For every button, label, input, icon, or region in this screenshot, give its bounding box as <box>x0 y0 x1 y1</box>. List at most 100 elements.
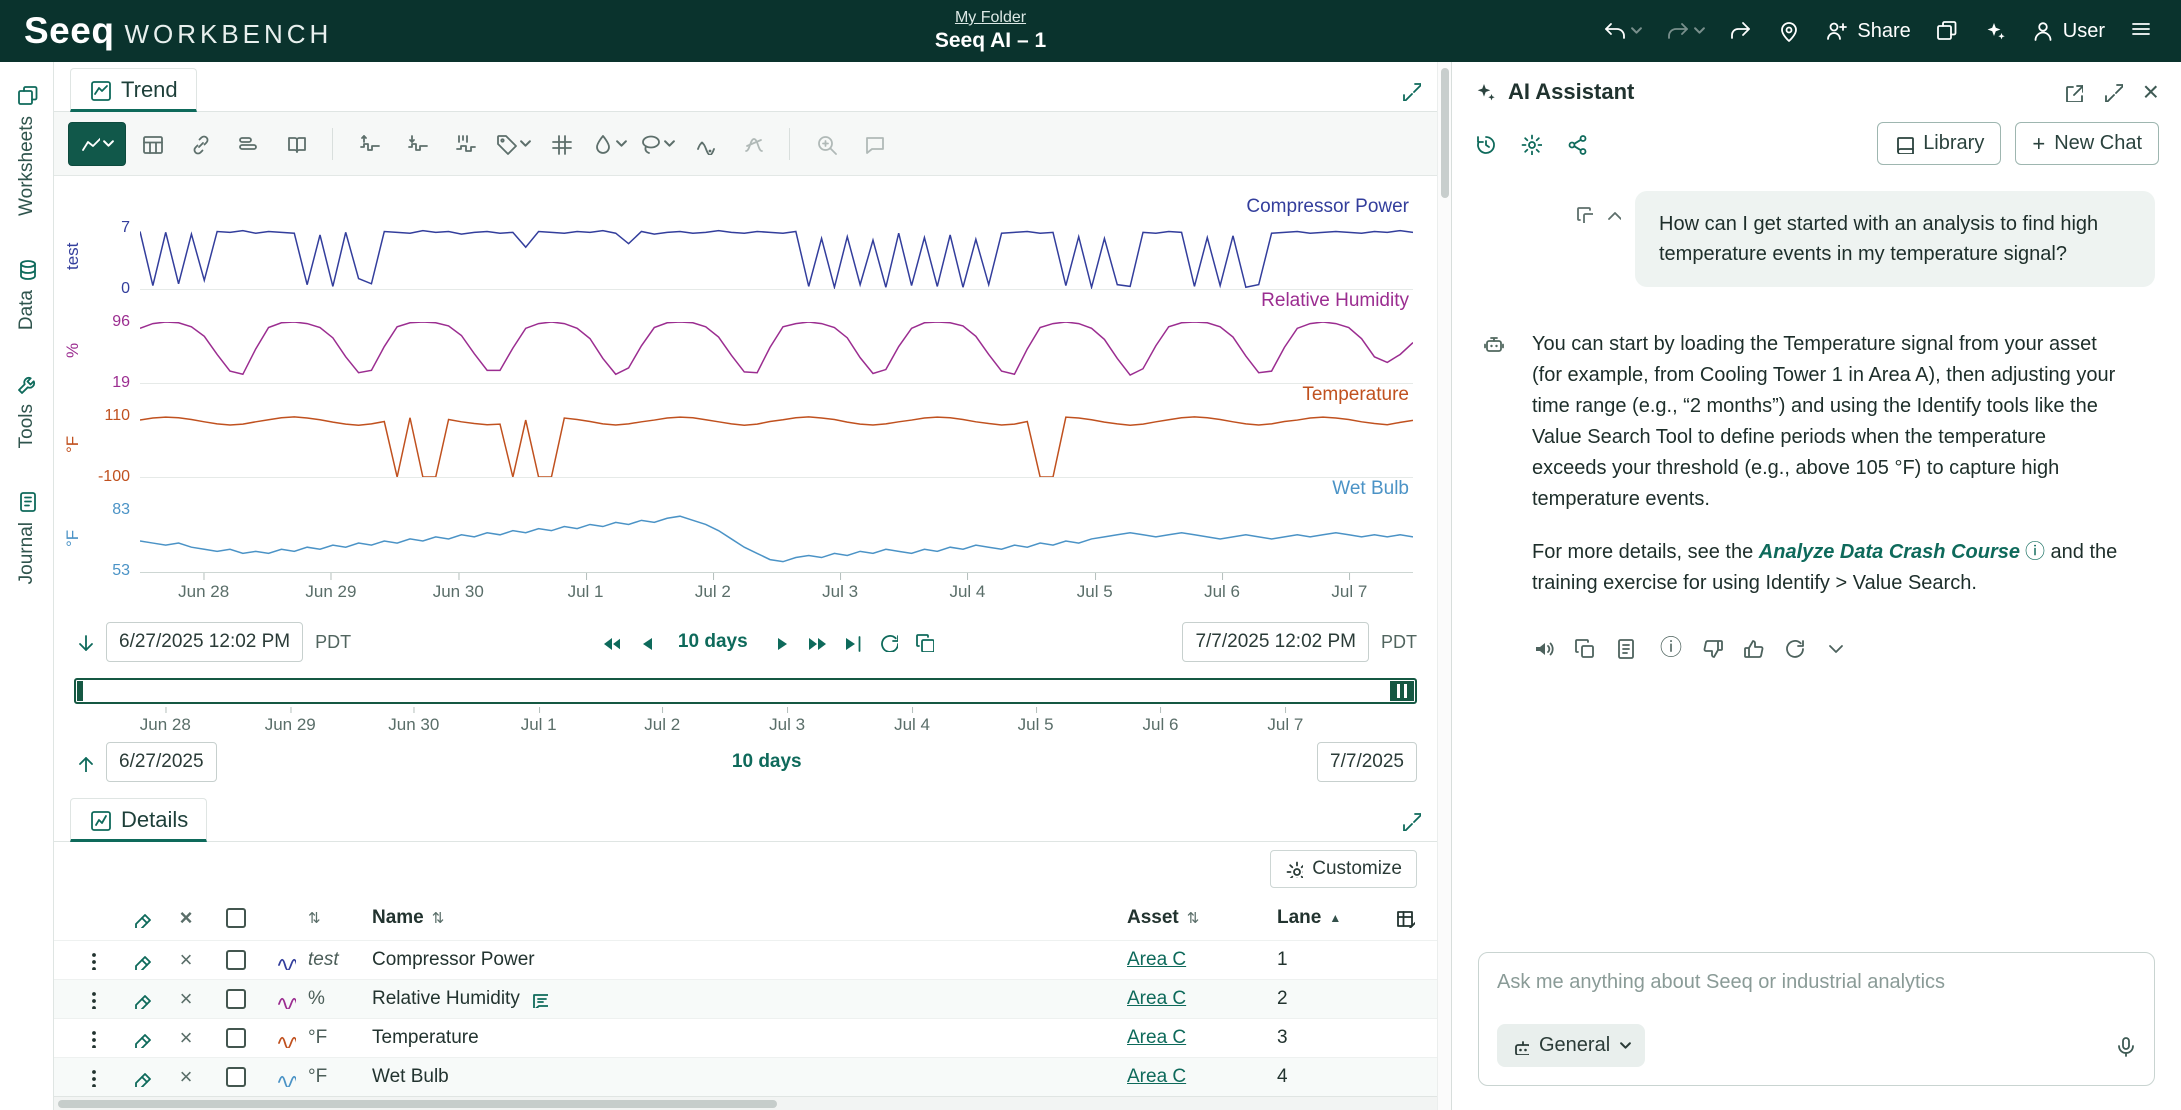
column-header-lane[interactable]: Lane▲ <box>1277 907 1373 929</box>
sidebar-item-tools[interactable]: Tools <box>16 372 38 448</box>
scrollbar-thumb[interactable] <box>1441 68 1449 198</box>
duplicate-range-icon[interactable] <box>914 632 934 652</box>
chat-history-icon[interactable] <box>1474 133 1496 155</box>
comment-icon[interactable] <box>852 122 896 166</box>
ai-sparkles-icon[interactable] <box>1983 19 2007 43</box>
slider-handle[interactable] <box>1390 681 1414 701</box>
link-icon[interactable] <box>178 122 222 166</box>
thumbs-down-icon[interactable] <box>1701 637 1723 659</box>
eraser-icon[interactable] <box>120 1067 164 1087</box>
range-end-input[interactable]: 7/7/2025 12:02 PM <box>1182 622 1369 662</box>
open-external-icon[interactable] <box>2063 82 2083 102</box>
eraser-icon[interactable] <box>120 989 164 1009</box>
annotation-book-icon[interactable] <box>274 122 318 166</box>
lane-wet-bulb[interactable]: °F 83 53 Wet Bulb <box>54 478 1437 572</box>
row-checkbox[interactable] <box>208 950 264 970</box>
lane-relative-humidity[interactable]: % 96 19 Relative Humidity <box>54 290 1437 384</box>
column-header-asset[interactable]: Asset⇅ <box>1127 907 1277 929</box>
display-mode-select[interactable] <box>68 122 126 166</box>
capsules-icon[interactable] <box>226 122 270 166</box>
arrow-up-icon[interactable] <box>74 752 94 772</box>
scrollbar-thumb[interactable] <box>58 1100 777 1108</box>
worksheets-panel-icon[interactable] <box>1935 19 1959 43</box>
remove-all-icon[interactable]: × <box>164 907 208 929</box>
thumbs-up-icon[interactable] <box>1742 637 1764 659</box>
read-aloud-icon[interactable] <box>1532 637 1554 659</box>
edit-columns-icon[interactable] <box>1373 908 1437 928</box>
refresh-range-icon[interactable] <box>878 632 898 652</box>
remove-icon[interactable]: × <box>164 988 208 1010</box>
lane-compressor-power[interactable]: test 7 0 Compressor Power <box>54 196 1437 290</box>
expand-trend-icon[interactable] <box>1401 81 1421 101</box>
condition-from-signal-icon[interactable] <box>395 122 439 166</box>
info-icon[interactable]: ⓘ <box>1660 631 1682 665</box>
samples-icon[interactable] <box>683 122 727 166</box>
horizontal-scrollbar[interactable] <box>54 1096 1437 1110</box>
row-checkbox[interactable] <box>208 989 264 1009</box>
sidebar-item-data[interactable]: Data <box>16 258 38 330</box>
remove-icon[interactable]: × <box>164 949 208 971</box>
signal-from-condition-icon[interactable] <box>347 122 391 166</box>
chevron-down-icon[interactable] <box>1824 637 1846 659</box>
asset-link[interactable]: Area C <box>1127 1066 1186 1088</box>
lane-temperature[interactable]: °F 110 -100 Temperature <box>54 384 1437 478</box>
row-menu-icon[interactable] <box>64 989 120 1009</box>
investigate-duration[interactable]: 10 days <box>732 751 802 772</box>
collapse-message-icon[interactable] <box>1603 205 1621 223</box>
chat-input-box[interactable]: General <box>1478 952 2155 1086</box>
share-chat-icon[interactable] <box>1566 133 1588 155</box>
range-duration[interactable]: 10 days <box>678 631 748 653</box>
step-back-icon[interactable] <box>636 632 656 652</box>
microphone-icon[interactable] <box>2114 1035 2136 1057</box>
arrow-down-icon[interactable] <box>74 632 94 652</box>
remove-icon[interactable]: × <box>164 1066 208 1088</box>
row-menu-icon[interactable] <box>64 1028 120 1048</box>
gear-icon[interactable] <box>1520 133 1542 155</box>
row-checkbox[interactable] <box>208 1067 264 1087</box>
tag-icon[interactable] <box>491 122 535 166</box>
tab-details[interactable]: Details <box>70 798 207 842</box>
location-pin-icon[interactable] <box>1777 19 1801 43</box>
sidebar-item-journal[interactable]: Journal <box>16 490 38 584</box>
vertical-scrollbar[interactable] <box>1437 62 1451 1110</box>
row-checkbox[interactable] <box>208 1028 264 1048</box>
step-back-double-icon[interactable] <box>600 632 620 652</box>
sort-type-icon[interactable]: ⇅ <box>308 909 372 927</box>
chat-input[interactable] <box>1497 971 2136 994</box>
row-menu-icon[interactable] <box>64 950 120 970</box>
step-forward-double-icon[interactable] <box>806 632 826 652</box>
investigate-range-slider[interactable] <box>74 678 1417 704</box>
select-all-checkbox[interactable] <box>208 908 264 928</box>
new-chat-button[interactable]: + New Chat <box>2015 122 2159 165</box>
share-button[interactable]: Share <box>1825 19 1910 43</box>
asset-link[interactable]: Area C <box>1127 988 1186 1010</box>
table-icon[interactable] <box>130 122 174 166</box>
investigate-start-input[interactable]: 6/27/2025 <box>106 742 217 782</box>
expand-panel-icon[interactable] <box>2103 82 2123 102</box>
eraser-icon[interactable] <box>120 908 164 928</box>
crash-course-link[interactable]: Analyze Data Crash Course <box>1759 541 2020 563</box>
copy-response-icon[interactable] <box>1573 637 1595 659</box>
hamburger-menu-icon[interactable] <box>2129 17 2157 45</box>
regenerate-icon[interactable] <box>1783 637 1805 659</box>
eraser-icon[interactable] <box>120 1028 164 1048</box>
range-start-input[interactable]: 6/27/2025 12:02 PM <box>106 622 303 662</box>
forward-share-icon[interactable] <box>1729 19 1753 43</box>
investigate-end-input[interactable]: 7/7/2025 <box>1317 742 1417 782</box>
zoom-in-icon[interactable] <box>804 122 848 166</box>
assistant-mode-select[interactable]: General <box>1497 1024 1645 1067</box>
step-to-end-icon[interactable] <box>842 632 862 652</box>
redo-icon[interactable] <box>1666 19 1690 43</box>
user-menu-button[interactable]: User <box>2031 19 2105 43</box>
expand-details-icon[interactable] <box>1401 811 1421 831</box>
library-button[interactable]: Library <box>1877 122 2001 165</box>
asset-link[interactable]: Area C <box>1127 949 1186 971</box>
copy-message-icon[interactable] <box>1575 205 1593 223</box>
undo-icon[interactable] <box>1603 19 1627 43</box>
sidebar-item-worksheets[interactable]: Worksheets <box>16 84 38 216</box>
grid-icon[interactable] <box>539 122 583 166</box>
derivative-icon[interactable] <box>731 122 775 166</box>
breadcrumb[interactable]: My Folder <box>955 9 1026 27</box>
row-menu-icon[interactable] <box>64 1067 120 1087</box>
droplet-icon[interactable] <box>587 122 631 166</box>
